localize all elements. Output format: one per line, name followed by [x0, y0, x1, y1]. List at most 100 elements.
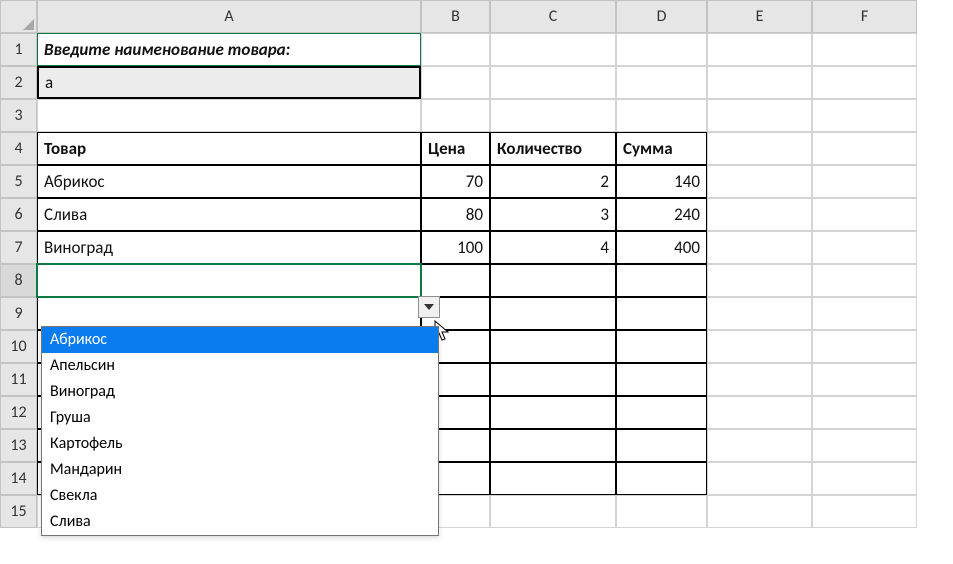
- cell-C5[interactable]: 2: [490, 165, 616, 198]
- row-header-5[interactable]: 5: [0, 165, 37, 198]
- cell-C6[interactable]: 3: [490, 198, 616, 231]
- cell-D9[interactable]: [616, 297, 707, 330]
- row-header-2[interactable]: 2: [0, 66, 37, 99]
- col-header-D[interactable]: D: [616, 0, 707, 33]
- cell-F14[interactable]: [812, 462, 917, 495]
- cell-F2[interactable]: [812, 66, 917, 99]
- cell-E10[interactable]: [707, 330, 812, 363]
- cell-E15[interactable]: [707, 495, 812, 528]
- cell-F9[interactable]: [812, 297, 917, 330]
- cell-F6[interactable]: [812, 198, 917, 231]
- cell-D14[interactable]: [616, 462, 707, 495]
- cell-E13[interactable]: [707, 429, 812, 462]
- select-all-corner[interactable]: [0, 0, 37, 33]
- cell-C7[interactable]: 4: [490, 231, 616, 264]
- cell-F8[interactable]: [812, 264, 917, 297]
- cell-C14[interactable]: [490, 462, 616, 495]
- cell-E11[interactable]: [707, 363, 812, 396]
- row-header-15[interactable]: 15: [0, 495, 37, 528]
- row-header-13[interactable]: 13: [0, 429, 37, 462]
- cell-B6[interactable]: 80: [421, 198, 490, 231]
- cell-F11[interactable]: [812, 363, 917, 396]
- cell-F4[interactable]: [812, 132, 917, 165]
- cell-F13[interactable]: [812, 429, 917, 462]
- cell-B7[interactable]: 100: [421, 231, 490, 264]
- cell-D8[interactable]: [616, 264, 707, 297]
- cell-B4[interactable]: Цена: [421, 132, 490, 165]
- data-validation-dropdown-button[interactable]: [418, 296, 440, 318]
- col-header-C[interactable]: C: [490, 0, 616, 33]
- cell-C12[interactable]: [490, 396, 616, 429]
- cell-C1[interactable]: [490, 33, 616, 66]
- cell-C9[interactable]: [490, 297, 616, 330]
- cell-C3[interactable]: [490, 99, 616, 132]
- cell-A4[interactable]: Товар: [37, 132, 421, 165]
- cell-D10[interactable]: [616, 330, 707, 363]
- cell-D3[interactable]: [616, 99, 707, 132]
- cell-F1[interactable]: [812, 33, 917, 66]
- dropdown-item[interactable]: Абрикос: [42, 327, 438, 353]
- cell-F10[interactable]: [812, 330, 917, 363]
- cell-F15[interactable]: [812, 495, 917, 528]
- cell-A3[interactable]: [37, 99, 421, 132]
- cell-D13[interactable]: [616, 429, 707, 462]
- cell-D2[interactable]: [616, 66, 707, 99]
- cell-B5[interactable]: 70: [421, 165, 490, 198]
- cell-C4[interactable]: Количество: [490, 132, 616, 165]
- cell-E14[interactable]: [707, 462, 812, 495]
- cell-B2[interactable]: [421, 66, 490, 99]
- cell-E5[interactable]: [707, 165, 812, 198]
- cell-F3[interactable]: [812, 99, 917, 132]
- col-header-A[interactable]: A: [37, 0, 421, 33]
- col-header-B[interactable]: B: [421, 0, 490, 33]
- cell-C10[interactable]: [490, 330, 616, 363]
- cell-D7[interactable]: 400: [616, 231, 707, 264]
- cell-A8[interactable]: [37, 264, 421, 297]
- row-header-4[interactable]: 4: [0, 132, 37, 165]
- cell-A6[interactable]: Слива: [37, 198, 421, 231]
- dropdown-item[interactable]: Виноград: [42, 379, 438, 405]
- cell-E4[interactable]: [707, 132, 812, 165]
- dropdown-item[interactable]: Свекла: [42, 483, 438, 509]
- col-header-E[interactable]: E: [707, 0, 812, 33]
- row-header-12[interactable]: 12: [0, 396, 37, 429]
- data-validation-dropdown-list[interactable]: Абрикос Апельсин Виноград Груша Картофел…: [41, 326, 439, 536]
- cell-E12[interactable]: [707, 396, 812, 429]
- cell-E7[interactable]: [707, 231, 812, 264]
- dropdown-item[interactable]: Картофель: [42, 431, 438, 457]
- row-header-11[interactable]: 11: [0, 363, 37, 396]
- cell-C11[interactable]: [490, 363, 616, 396]
- row-header-3[interactable]: 3: [0, 99, 37, 132]
- cell-E8[interactable]: [707, 264, 812, 297]
- col-header-F[interactable]: F: [812, 0, 917, 33]
- cell-E3[interactable]: [707, 99, 812, 132]
- cell-D1[interactable]: [616, 33, 707, 66]
- dropdown-item[interactable]: Апельсин: [42, 353, 438, 379]
- row-header-10[interactable]: 10: [0, 330, 37, 363]
- cell-C2[interactable]: [490, 66, 616, 99]
- cell-D12[interactable]: [616, 396, 707, 429]
- cell-E2[interactable]: [707, 66, 812, 99]
- cell-C13[interactable]: [490, 429, 616, 462]
- cell-F12[interactable]: [812, 396, 917, 429]
- row-header-8[interactable]: 8: [0, 264, 37, 297]
- cell-D6[interactable]: 240: [616, 198, 707, 231]
- row-header-1[interactable]: 1: [0, 33, 37, 66]
- dropdown-item[interactable]: Груша: [42, 405, 438, 431]
- cell-E9[interactable]: [707, 297, 812, 330]
- cell-C15[interactable]: [490, 495, 616, 528]
- cell-B8[interactable]: [421, 264, 490, 297]
- cell-F5[interactable]: [812, 165, 917, 198]
- row-header-6[interactable]: 6: [0, 198, 37, 231]
- row-header-14[interactable]: 14: [0, 462, 37, 495]
- cell-D11[interactable]: [616, 363, 707, 396]
- cell-A2[interactable]: а: [37, 66, 421, 99]
- cell-B3[interactable]: [421, 99, 490, 132]
- cell-F7[interactable]: [812, 231, 917, 264]
- cell-A1[interactable]: Введите наименование товара:: [37, 33, 421, 66]
- cell-D15[interactable]: [616, 495, 707, 528]
- cell-D5[interactable]: 140: [616, 165, 707, 198]
- cell-E1[interactable]: [707, 33, 812, 66]
- cell-C8[interactable]: [490, 264, 616, 297]
- cell-A5[interactable]: Абрикос: [37, 165, 421, 198]
